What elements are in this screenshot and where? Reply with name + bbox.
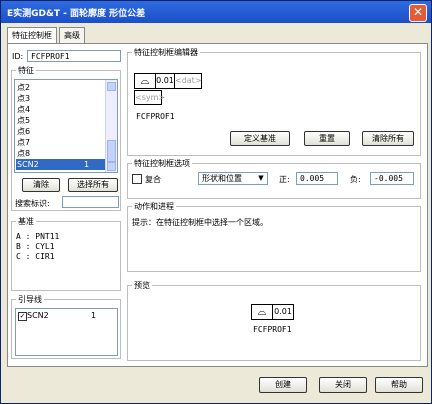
list-item[interactable]: 点7 [17,137,30,148]
datum-cell[interactable]: <dat> [174,73,202,89]
help-button[interactable]: 帮助 [375,377,423,393]
id-label: ID: [12,52,24,61]
tab-panel: ID: FCFPROF1 特征 点2 点3 点4 点5 点6 点7 点8 SCN… [7,43,428,367]
plus-tolerance-input[interactable]: 0.005 [296,172,338,185]
features-list[interactable]: 点2 点3 点4 点5 点6 点7 点8 SCN2 1 [14,79,118,173]
editor-title: 特征控制框编辑器 [132,47,200,58]
scroll-up-icon[interactable] [107,82,116,91]
sym-cell[interactable]: <sym> [134,90,165,105]
datum-a: A : PNT11 [16,232,60,241]
title-bar: E实测GD&T - 面轮廓度 形位公差 ✕ [1,1,431,23]
leader-group: 引导线 ✓ SCN2 1 [11,294,121,359]
define-datum-button[interactable]: 定义基准 [230,131,290,146]
preview-title: 预览 [132,280,152,291]
clear-all-button[interactable]: 清除所有 [362,131,414,146]
features-title: 特征 [16,65,36,76]
close-icon[interactable]: ✕ [409,4,427,22]
id-input[interactable]: FCFPROF1 [27,50,121,62]
features-group: 特征 点2 点3 点4 点5 点6 点7 点8 SCN2 1 清除 选择所有 搜… [11,65,121,211]
scroll-thumb[interactable] [107,140,116,162]
datums-group: 基准 A : PNT11 B : CYL1 C : CIR1 [11,216,121,291]
list-item[interactable]: 点5 [17,115,30,126]
tolerance-cell[interactable]: 0.01 [155,73,175,89]
mode-select[interactable]: 形状和位置 ▼ [198,172,268,185]
list-item-selected[interactable]: SCN2 1 [16,159,116,170]
datums-title: 基准 [16,216,36,227]
options-title: 特征控制框选项 [132,158,192,169]
preview-group: 预览 ⌓ 0.01 FCFPROF1 [127,280,421,361]
leader-item-name: SCN2 [27,311,49,320]
list-item[interactable]: 点8 [17,148,30,159]
fcf-editor-group: 特征控制框编辑器 ⌓ 0.01 <dat> <sym> FCFPROF1 定义基… [127,47,421,156]
composite-label: 复合 [145,175,161,184]
create-button[interactable]: 创建 [259,377,307,393]
action-group: 动作和进程 提示：在特征控制框中选择一个区域。 [127,201,421,272]
dialog-window: E实测GD&T - 面轮廓度 形位公差 ✕ 特征控制框 高级 ID: FCFPR… [0,0,432,404]
profile-surface-icon[interactable]: ⌓ [134,73,156,89]
select-all-button[interactable]: 选择所有 [68,178,118,192]
action-hint: 提示：在特征控制框中选择一个区域。 [132,218,268,227]
leader-title: 引导线 [16,294,44,305]
leader-item-value: 1 [91,311,97,320]
datum-b: B : CYL1 [16,242,55,251]
search-input[interactable] [62,196,119,208]
window-title: E实测GD&T - 面轮廓度 形位公差 [7,9,146,19]
action-title: 动作和进程 [132,201,176,212]
composite-checkbox[interactable] [132,174,142,184]
preview-tolerance: 0.01 [272,304,294,320]
minus-label: 负: [350,175,361,184]
list-item[interactable]: 点2 [17,82,30,93]
plus-label: 正: [279,175,290,184]
tab-advanced[interactable]: 高级 [59,27,85,43]
datum-c: C : CIR1 [16,252,55,261]
chevron-down-icon[interactable]: ▼ [256,173,266,184]
tab-fcf[interactable]: 特征控制框 [7,27,57,44]
scroll-down-icon[interactable] [107,162,116,171]
preview-profile-icon: ⌓ [251,304,273,320]
fcf-name: FCFPROF1 [136,112,175,121]
features-scrollbar[interactable] [105,80,117,172]
list-item[interactable]: 点4 [17,104,30,115]
leader-checkbox[interactable]: ✓ [18,312,27,321]
close-button[interactable]: 关闭 [319,377,367,393]
leader-list[interactable]: ✓ SCN2 1 [15,308,118,356]
list-item[interactable]: 点6 [17,126,30,137]
list-item[interactable]: 点3 [17,93,30,104]
reset-button[interactable]: 重置 [304,131,350,146]
preview-name: FCFPROF1 [253,325,292,334]
fcf-options-group: 特征控制框选项 复合 形状和位置 ▼ 正: 0.005 负: -0.005 [127,158,421,199]
search-label: 搜索标识: [15,199,50,208]
minus-tolerance-input[interactable]: -0.005 [370,172,414,185]
clear-button[interactable]: 清除 [22,178,60,192]
